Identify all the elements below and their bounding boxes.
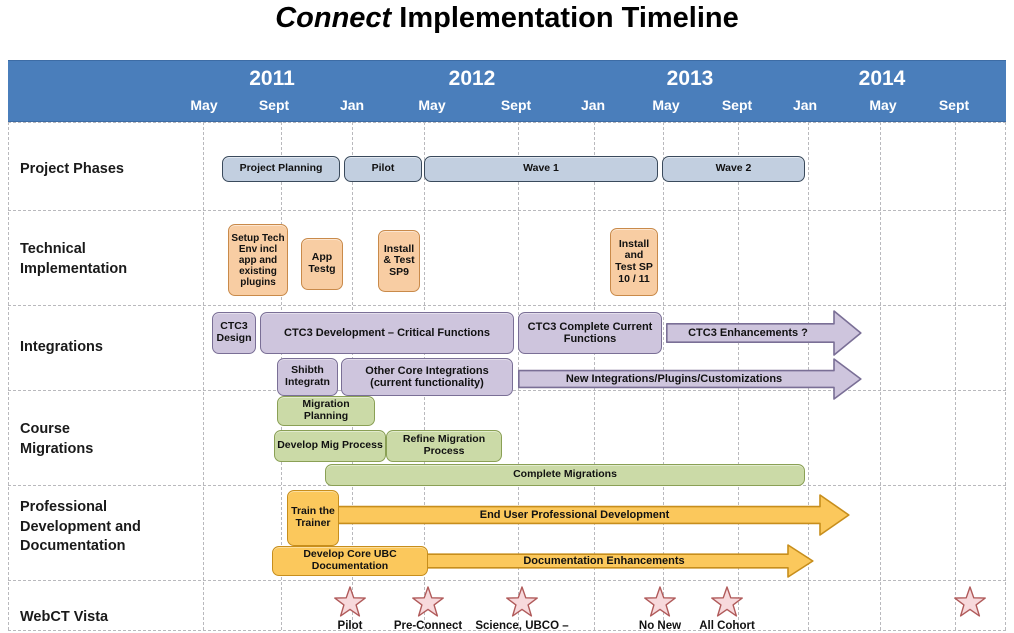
star-icon xyxy=(711,586,743,617)
technical-bar-2[interactable]: Install & Test SP9 xyxy=(378,230,420,292)
row-label-course-migrations: Course Migrations xyxy=(20,421,94,457)
integration-arrow-0-label: CTC3 Enhancements ? xyxy=(688,326,808,339)
year-label-2011: 2011 xyxy=(249,67,295,90)
month-label: Sept xyxy=(938,97,970,113)
migration-bar-3[interactable]: Complete Migrations xyxy=(325,464,805,486)
month-label: May xyxy=(418,97,446,113)
row-label-project-phases: Project Phases xyxy=(20,161,124,177)
grid-horizontal-line xyxy=(8,210,1006,211)
month-label: May xyxy=(652,97,680,113)
technical-bar-0[interactable]: Setup Tech Env incl app and existing plu… xyxy=(228,224,288,296)
star-icon xyxy=(506,586,538,617)
professional-arrow-1[interactable]: Documentation Enhancements xyxy=(424,544,814,578)
integration-arrow-1-label: New Integrations/Plugins/Customizations xyxy=(565,372,783,385)
grid-vertical-line xyxy=(955,122,956,630)
month-label: May xyxy=(190,97,218,113)
integration-bar-3[interactable]: Shibth Integratn xyxy=(277,358,338,396)
phase-bar-1[interactable]: Pilot xyxy=(344,156,422,182)
star-icon xyxy=(954,586,986,617)
month-label: Jan xyxy=(580,97,606,113)
page-title-rest: Implementation Timeline xyxy=(391,2,739,34)
page-title-emphasis: Connect xyxy=(275,2,392,34)
integration-arrow-1[interactable]: New Integrations/Plugins/Customizations xyxy=(518,358,862,400)
row-label-professional-development: Professional Development and Documentation xyxy=(20,499,141,555)
grid-horizontal-line xyxy=(8,305,1006,306)
month-label: May xyxy=(869,97,897,113)
phase-bar-2[interactable]: Wave 1 xyxy=(424,156,658,182)
migration-bar-2[interactable]: Refine Migration Process xyxy=(386,430,502,462)
migration-bar-1[interactable]: Develop Mig Process xyxy=(274,430,386,462)
technical-bar-1[interactable]: App Testg xyxy=(301,238,343,290)
grid-horizontal-line xyxy=(8,122,1006,123)
milestone-star[interactable] xyxy=(333,586,367,620)
timeline-page: Connect Implementation Timeline 2011 2012… xyxy=(0,0,1014,632)
phase-bar-3[interactable]: Wave 2 xyxy=(662,156,805,182)
year-label-2013: 2013 xyxy=(666,67,714,90)
row-label-integrations: Integrations xyxy=(20,339,103,355)
month-label: Jan xyxy=(339,97,365,113)
professional-bar-0[interactable]: Train the Trainer xyxy=(287,490,339,546)
milestone-caption: Science, UBCO – xyxy=(475,620,569,632)
year-label-2014: 2014 xyxy=(858,67,906,90)
professional-arrow-0[interactable]: End User Professional Development xyxy=(333,494,850,536)
page-title: Connect Implementation Timeline xyxy=(0,2,1014,35)
milestone-star[interactable] xyxy=(953,586,987,620)
technical-bar-3[interactable]: Install and Test SP 10 / 11 xyxy=(610,228,658,296)
star-icon xyxy=(412,586,444,617)
year-label-2012: 2012 xyxy=(448,67,496,90)
month-label: Sept xyxy=(500,97,532,113)
professional-arrow-1-label: Documentation Enhancements xyxy=(523,554,685,567)
month-label: Jan xyxy=(792,97,818,113)
grid-horizontal-line xyxy=(8,580,1006,581)
professional-bar-1[interactable]: Develop Core UBC Documentation xyxy=(272,546,428,576)
milestone-star[interactable] xyxy=(411,586,445,620)
integration-bar-1[interactable]: CTC3 Development – Critical Functions xyxy=(260,312,514,354)
row-label-technical-implementation: Technical Implementation xyxy=(20,241,128,277)
grid-vertical-line xyxy=(1005,122,1006,630)
phase-bar-0[interactable]: Project Planning xyxy=(222,156,340,182)
grid-vertical-line xyxy=(880,122,881,630)
integration-bar-2[interactable]: CTC3 Complete Current Functions xyxy=(518,312,662,354)
integration-bar-0[interactable]: CTC3 Design xyxy=(212,312,256,354)
milestone-star[interactable] xyxy=(505,586,539,620)
star-icon xyxy=(644,586,676,617)
grid-vertical-line xyxy=(203,122,204,630)
row-label-webct-vista: WebCT Vista xyxy=(20,609,109,625)
milestone-star[interactable] xyxy=(710,586,744,620)
timeline-header-band: 2011 2012 2013 2014 May Sept Jan May Sept Jan May S… xyxy=(8,60,1006,122)
grid-vertical-line xyxy=(8,122,9,630)
month-label: Sept xyxy=(258,97,290,113)
month-label: Sept xyxy=(721,97,753,113)
milestone-caption: All Cohort xyxy=(699,620,755,632)
professional-arrow-0-label: End User Professional Development xyxy=(479,508,670,521)
star-icon xyxy=(334,586,366,617)
milestone-star[interactable] xyxy=(643,586,677,620)
integration-bar-4[interactable]: Other Core Integrations (current functio… xyxy=(341,358,513,396)
migration-bar-0[interactable]: Migration Planning xyxy=(277,396,375,426)
integration-arrow-0[interactable]: CTC3 Enhancements ? xyxy=(666,310,862,356)
